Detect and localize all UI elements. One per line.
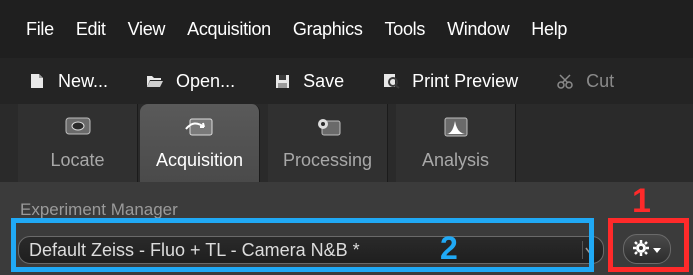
- main-tab-bar: Locate Acquisition Processing Analysis: [0, 104, 693, 183]
- new-label: New...: [58, 70, 109, 91]
- menu-bar: File Edit View Acquisition Graphics Tool…: [0, 0, 693, 58]
- experiment-manager-title: Experiment Manager: [20, 200, 178, 219]
- toolbar: New... Open... Save Print Preview Cut: [0, 58, 693, 104]
- floppy-disk-icon: [273, 72, 291, 90]
- tab-processing-label: Processing: [282, 150, 373, 170]
- new-button[interactable]: New...: [28, 71, 108, 92]
- annotation-label-2: 2: [440, 230, 458, 266]
- open-button[interactable]: Open...: [146, 71, 235, 92]
- open-label: Open...: [176, 70, 236, 91]
- menu-window[interactable]: Window: [436, 19, 520, 40]
- annotation-box-2: [11, 218, 594, 272]
- menu-tools[interactable]: Tools: [374, 19, 437, 40]
- tab-processing[interactable]: Processing: [268, 104, 388, 182]
- folder-open-icon: [146, 72, 164, 90]
- print-preview-icon: [382, 72, 400, 90]
- annotation-box-1: [608, 218, 689, 272]
- tab-analysis[interactable]: Analysis: [396, 104, 516, 182]
- locate-icon: [63, 110, 93, 146]
- menu-file[interactable]: File: [0, 19, 65, 40]
- tab-locate[interactable]: Locate: [18, 104, 138, 182]
- tab-acquisition[interactable]: Acquisition: [140, 104, 260, 183]
- print-preview-button[interactable]: Print Preview: [382, 71, 518, 92]
- tab-locate-label: Locate: [50, 150, 105, 170]
- cut-button[interactable]: Cut: [556, 71, 614, 92]
- menu-edit[interactable]: Edit: [65, 19, 117, 40]
- new-document-icon: [28, 72, 46, 90]
- menu-acquisition[interactable]: Acquisition: [176, 19, 282, 40]
- scissors-icon: [556, 72, 574, 90]
- tab-acquisition-label: Acquisition: [155, 150, 244, 170]
- menu-graphics[interactable]: Graphics: [282, 19, 374, 40]
- print-preview-label: Print Preview: [412, 70, 519, 91]
- save-label: Save: [303, 70, 345, 91]
- cut-label: Cut: [586, 70, 615, 91]
- acquisition-icon: [184, 110, 216, 146]
- save-button[interactable]: Save: [273, 71, 344, 92]
- menu-view[interactable]: View: [117, 19, 177, 40]
- tab-analysis-label: Analysis: [421, 150, 490, 170]
- annotation-label-1: 1: [632, 182, 651, 220]
- menu-help[interactable]: Help: [520, 19, 578, 40]
- processing-icon: [313, 110, 343, 146]
- analysis-icon: [441, 110, 471, 146]
